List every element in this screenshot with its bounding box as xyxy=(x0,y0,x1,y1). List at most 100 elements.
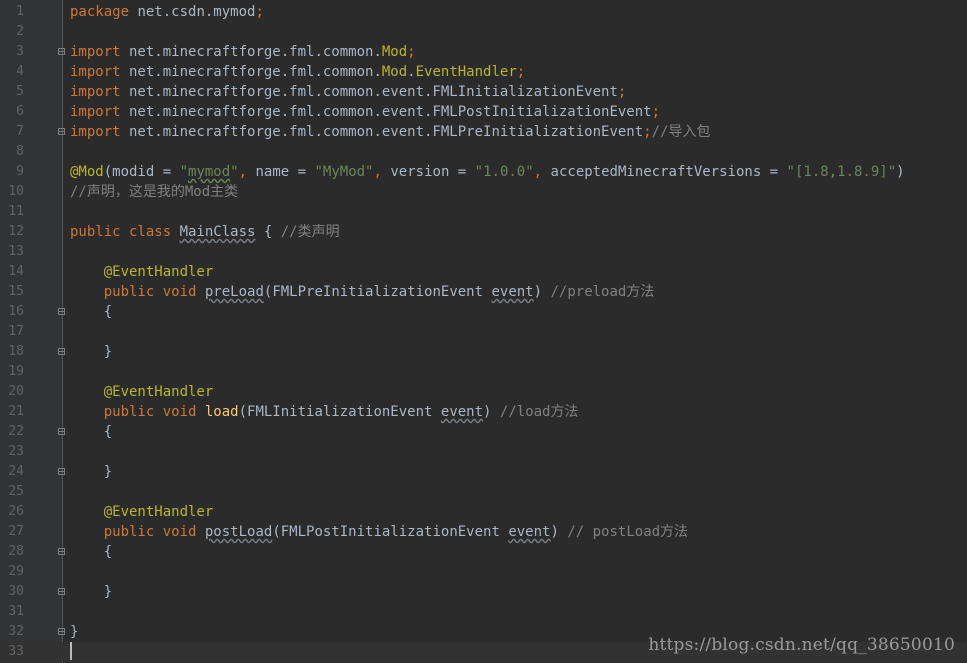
code-line[interactable]: 25 xyxy=(0,482,967,502)
code-token: , xyxy=(373,164,382,180)
code-token: net.minecraftforge.fml.common. xyxy=(120,64,382,80)
code-line[interactable]: 23 xyxy=(0,442,967,462)
line-number: 7 xyxy=(16,124,24,139)
code-token: ) xyxy=(896,164,905,180)
code-editor[interactable]: 1 package net.csdn.mymod; 2 3 import net.min… xyxy=(0,0,967,663)
code-token: mymod xyxy=(188,164,231,180)
code-token: @Mod xyxy=(70,164,104,180)
fold-icon[interactable] xyxy=(57,127,66,136)
code-token: import xyxy=(70,104,121,120)
code-line[interactable]: 19 xyxy=(0,362,967,382)
code-token: preLoad xyxy=(204,284,264,300)
line-number: 20 xyxy=(8,384,24,399)
fold-icon[interactable] xyxy=(57,347,66,356)
code-token: net.minecraftforge.fml.common.event.FMLP… xyxy=(120,124,644,140)
code-token: (FMLInitializationEvent xyxy=(238,404,441,420)
code-token: acceptedMinecraftVersions = xyxy=(542,164,787,180)
code-line[interactable]: 24 } xyxy=(0,462,967,482)
code-token: // postLoad方法 xyxy=(567,524,689,540)
code-text: public class MainClass { //类声明 xyxy=(70,222,340,242)
code-line[interactable]: 27 public void postLoad(FMLPostInitializ… xyxy=(0,522,967,542)
code-line[interactable]: 28 { xyxy=(0,542,967,562)
code-token: ; xyxy=(643,124,652,140)
code-token: Mod xyxy=(381,44,408,60)
code-token: " xyxy=(179,164,189,180)
code-token: . xyxy=(407,64,416,80)
fold-icon[interactable] xyxy=(57,307,66,316)
code-token: net.minecraftforge.fml.common. xyxy=(120,44,382,60)
code-line[interactable]: 10 //声明，这是我的Mod主类 xyxy=(0,182,967,202)
code-line[interactable]: 8 xyxy=(0,142,967,162)
code-line[interactable]: 7 import net.minecraftforge.fml.common.ev… xyxy=(0,122,967,142)
code-token: //导入包 xyxy=(651,124,711,140)
fold-icon[interactable] xyxy=(57,47,66,56)
code-text: } xyxy=(70,582,112,602)
code-token: public void xyxy=(103,284,205,300)
code-line[interactable]: 29 xyxy=(0,562,967,582)
code-line[interactable]: 9 @Mod(modid = "mymod", name = "MyMod", v… xyxy=(0,162,967,182)
code-line[interactable]: 5 import net.minecraftforge.fml.common.ev… xyxy=(0,82,967,102)
code-line[interactable]: 18 } xyxy=(0,342,967,362)
code-token: import xyxy=(70,124,121,140)
code-token: @EventHandler xyxy=(103,504,214,520)
code-line[interactable]: 11 xyxy=(0,202,967,222)
fold-icon[interactable] xyxy=(57,427,66,436)
code-token: , xyxy=(238,164,248,180)
code-line[interactable]: 22 { xyxy=(0,422,967,442)
code-line[interactable]: 15 public void preLoad(FMLPreInitializat… xyxy=(0,282,967,302)
line-number: 23 xyxy=(8,444,24,459)
code-line[interactable]: 3 import net.minecraftforge.fml.common.Mo… xyxy=(0,42,967,62)
code-token: ; xyxy=(617,84,627,100)
code-token: //preload方法 xyxy=(550,284,655,300)
fold-icon[interactable] xyxy=(57,627,66,636)
code-token: net.minecraftforge.fml.common.event.FMLP… xyxy=(120,104,652,120)
line-number: 3 xyxy=(16,44,24,59)
code-line[interactable]: 4 import net.minecraftforge.fml.common.Mo… xyxy=(0,62,967,82)
code-line[interactable]: 6 import net.minecraftforge.fml.common.ev… xyxy=(0,102,967,122)
code-line[interactable]: 14 @EventHandler xyxy=(0,262,967,282)
code-line[interactable]: 16 { xyxy=(0,302,967,322)
fold-icon[interactable] xyxy=(57,467,66,476)
code-token: Mod xyxy=(381,64,408,80)
code-line[interactable]: 21 public void load(FMLInitializationEve… xyxy=(0,402,967,422)
code-line[interactable]: 1 package net.csdn.mymod; xyxy=(0,2,967,22)
code-token: "MyMod" xyxy=(314,164,374,180)
code-line[interactable]: 31 xyxy=(0,602,967,622)
line-number: 25 xyxy=(8,484,24,499)
code-token: net.minecraftforge.fml.common.event.FMLI… xyxy=(120,84,618,100)
code-token: version = xyxy=(381,164,475,180)
code-token: } xyxy=(70,344,113,360)
fold-icon[interactable] xyxy=(57,587,66,596)
code-text: { xyxy=(70,302,112,322)
fold-icon[interactable] xyxy=(57,547,66,556)
code-token: import xyxy=(70,84,121,100)
code-text: import net.minecraftforge.fml.common.Mod… xyxy=(70,42,416,62)
line-number: 26 xyxy=(8,504,24,519)
code-line[interactable]: 13 xyxy=(0,242,967,262)
code-token: ; xyxy=(651,104,661,120)
line-number: 9 xyxy=(16,164,24,179)
code-line[interactable]: 26 @EventHandler xyxy=(0,502,967,522)
code-token: (FMLPreInitializationEvent xyxy=(263,284,492,300)
line-number: 22 xyxy=(8,424,24,439)
code-token: { xyxy=(70,304,113,320)
line-number: 5 xyxy=(16,84,24,99)
code-token: ) xyxy=(550,524,568,540)
code-token: //load方法 xyxy=(499,404,579,420)
code-line[interactable]: 2 xyxy=(0,22,967,42)
code-token: , xyxy=(533,164,543,180)
code-line[interactable]: 30 } xyxy=(0,582,967,602)
code-line[interactable]: 20 @EventHandler xyxy=(0,382,967,402)
code-text: public void load(FMLInitializationEvent … xyxy=(70,402,579,422)
code-token: import xyxy=(70,44,121,60)
line-number: 33 xyxy=(8,644,24,659)
code-text: @EventHandler xyxy=(70,262,214,282)
code-line[interactable]: 12 public class MainClass { //类声明 xyxy=(0,222,967,242)
code-line[interactable]: 17 xyxy=(0,322,967,342)
code-text: { xyxy=(70,422,112,442)
code-token: { xyxy=(255,224,281,240)
